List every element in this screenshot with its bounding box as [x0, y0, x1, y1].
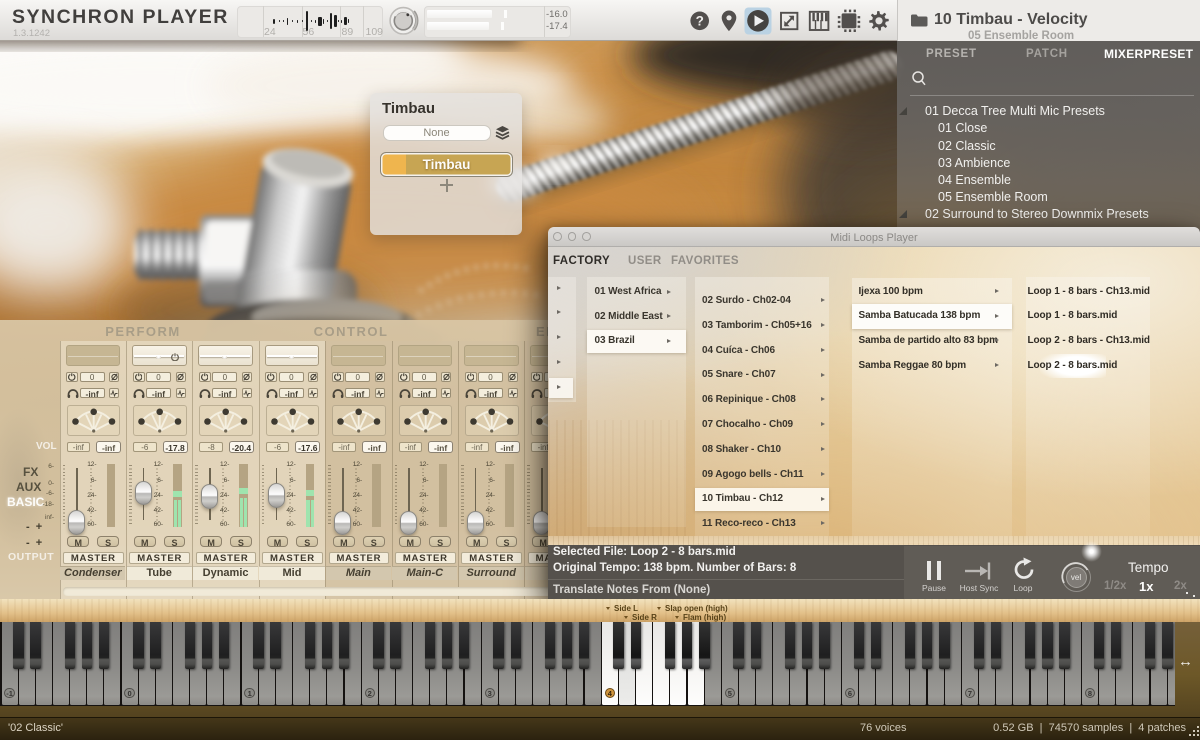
svg-text:?: ?	[696, 14, 704, 29]
